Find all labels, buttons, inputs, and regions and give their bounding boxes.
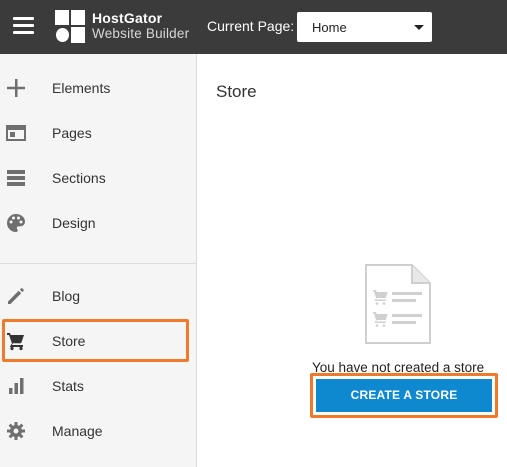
current-page-select[interactable]: Home	[297, 12, 432, 42]
sidebar-item-label: Pages	[52, 125, 92, 141]
plus-icon	[7, 79, 25, 97]
bar-chart-icon	[9, 378, 24, 394]
sidebar-item-stats[interactable]: Stats	[0, 364, 197, 409]
brand-logo-text: HostGator Website Builder	[92, 10, 189, 42]
panel-title: Store	[216, 82, 257, 101]
sections-icon	[7, 170, 25, 186]
store-highlight-box	[2, 319, 189, 362]
create-store-button[interactable]: CREATE A STORE	[316, 379, 492, 412]
sidebar-item-sections[interactable]: Sections	[0, 156, 197, 201]
sidebar-item-label: Sections	[52, 170, 106, 186]
current-page-value: Home	[312, 20, 347, 35]
palette-icon	[7, 214, 25, 232]
sidebar-item-elements[interactable]: Elements	[0, 66, 197, 111]
hamburger-menu-icon[interactable]	[13, 16, 34, 34]
sidebar-item-manage[interactable]: Manage	[0, 409, 197, 454]
pencil-icon	[8, 288, 24, 304]
empty-store-document-icon	[365, 264, 431, 344]
hostgator-logo-icon	[55, 10, 85, 43]
sidebar-item-label: Stats	[52, 378, 84, 394]
page-icon	[6, 125, 26, 141]
store-panel: Store You have not created a store CREAT…	[198, 54, 507, 467]
sidebar-item-label: Design	[52, 215, 96, 231]
sidebar-item-label: Blog	[52, 288, 81, 304]
top-bar: HostGator Website Builder Current Page: …	[0, 0, 507, 54]
brand-product: Website Builder	[92, 26, 190, 41]
brand-name: HostGator	[92, 10, 163, 26]
sidebar-item-label: Manage	[52, 423, 103, 439]
chevron-down-icon	[414, 25, 424, 30]
sidebar: Elements Pages Sections Design Blog Stor…	[0, 54, 197, 467]
sidebar-item-blog[interactable]: Blog	[0, 274, 197, 319]
sidebar-divider	[0, 263, 197, 264]
create-store-highlight-box: CREATE A STORE	[310, 373, 498, 418]
sidebar-item-label: Elements	[52, 80, 111, 96]
current-page-label: Current Page:	[207, 18, 295, 34]
gear-icon	[7, 422, 25, 440]
sidebar-item-design[interactable]: Design	[0, 201, 197, 246]
sidebar-item-pages[interactable]: Pages	[0, 111, 197, 156]
